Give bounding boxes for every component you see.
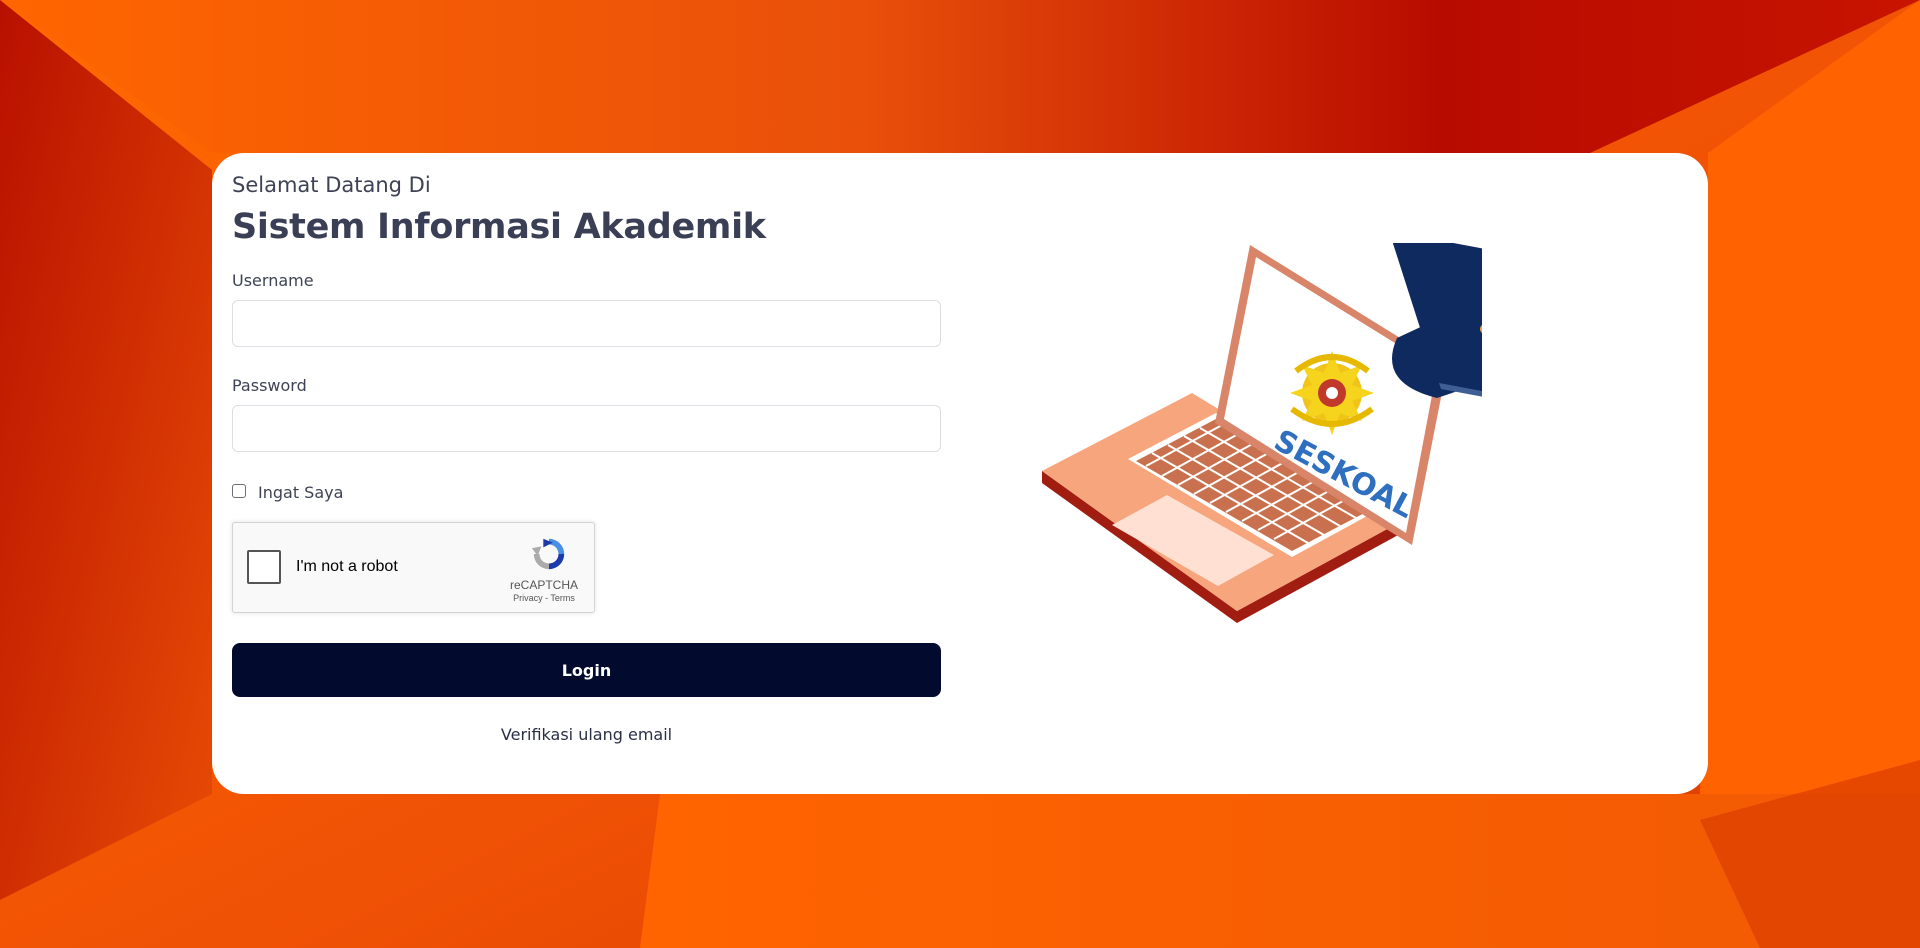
password-input[interactable] <box>232 405 941 452</box>
welcome-text: Selamat Datang Di <box>232 173 431 197</box>
verify-email-link[interactable]: Verifikasi ulang email <box>232 725 941 744</box>
login-button[interactable]: Login <box>232 643 941 697</box>
remember-checkbox[interactable] <box>232 484 246 498</box>
page-title: Sistem Informasi Akademik <box>232 207 766 247</box>
remember-label: Ingat Saya <box>258 483 344 502</box>
laptop-graduation-illustration: SESKOAL <box>1042 243 1482 623</box>
username-label: Username <box>232 271 314 290</box>
username-input[interactable] <box>232 300 941 347</box>
recaptcha-checkbox[interactable] <box>247 550 281 584</box>
recaptcha-brand: reCAPTCHA <box>509 578 578 592</box>
recaptcha-icon <box>531 538 565 570</box>
recaptcha-label: I'm not a robot <box>296 558 398 575</box>
recaptcha-links[interactable]: Privacy - Terms <box>503 593 585 603</box>
password-label: Password <box>232 376 307 395</box>
login-card: Selamat Datang Di Sistem Informasi Akade… <box>212 153 1708 794</box>
remember-me[interactable]: Ingat Saya <box>232 480 343 502</box>
recaptcha-widget: I'm not a robot reCAPTCHA Privacy - Term… <box>232 522 595 613</box>
